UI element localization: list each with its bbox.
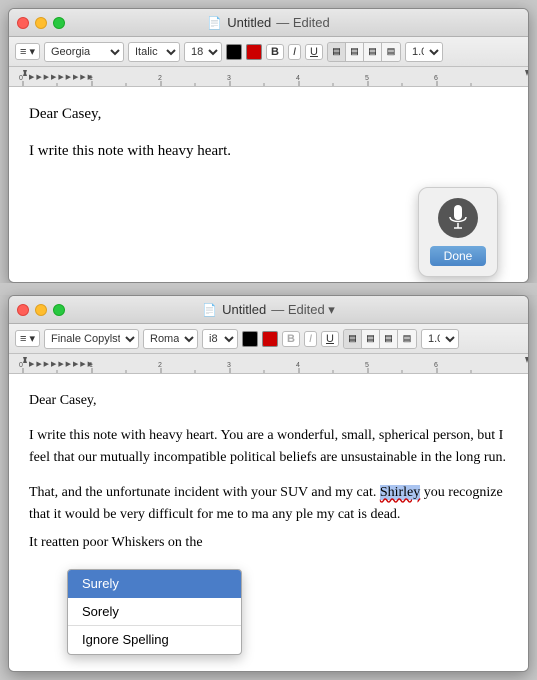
spacing-select-2[interactable]: 1.0 [421,329,459,349]
svg-text:6: 6 [434,362,438,369]
align-left-button[interactable]: ▤ [328,43,346,61]
svg-text:3: 3 [227,362,231,369]
window-title-2: Untitled [222,302,266,317]
svg-text:2: 2 [158,75,162,82]
body-paragraph-3: It reatten poor Whiskers on the [29,532,508,554]
minimize-button[interactable] [35,17,47,29]
done-button[interactable]: Done [430,246,487,266]
body-paragraph-2: That, and the unfortunate incident with … [29,482,508,525]
title-bar-1: 📄 Untitled — Edited [9,9,528,37]
toolbar-2: ≡ ▾ Finale Copylst T... Roman i8 B I U ▤… [9,324,528,354]
font-highlight-box-2[interactable] [262,331,278,347]
underline-button-2[interactable]: U [321,331,339,347]
list-group-2: ≡ ▾ [15,330,40,347]
italic-button-2[interactable]: I [304,331,317,347]
font-group-2: Finale Copylst T... [44,329,139,349]
align-group-2: ▤ ▤ ▤ ▤ [343,329,417,349]
ruler-1: 0 1 2 3 4 5 6 ▶ ▶ ▶ ▶ ▶ ▶ ▶ ▶ ▶ [9,67,528,87]
align-justify-button-2[interactable]: ▤ [398,330,416,348]
window-subtitle-2: — Edited ▾ [271,302,335,318]
doc-icon: 📄 [207,16,222,30]
font-select-2[interactable]: Finale Copylst T... [44,329,139,349]
style-group-2: Roman [143,329,198,349]
style-select-2[interactable]: Roman [143,329,198,349]
svg-text:▶ ▶ ▶ ▶ ▶ ▶ ▶ ▶ ▶: ▶ ▶ ▶ ▶ ▶ ▶ ▶ ▶ ▶ [29,74,94,81]
svg-text:2: 2 [158,362,162,369]
body-line-1: I write this note with heavy heart. [29,140,508,163]
align-right-button[interactable]: ▤ [364,43,382,61]
align-center-button[interactable]: ▤ [346,43,364,61]
italic-button[interactable]: I [288,44,301,60]
close-button[interactable] [17,17,29,29]
font-color-box[interactable] [226,44,242,60]
font-select[interactable]: Georgia [44,42,124,62]
list-group: ≡ ▾ [15,43,40,60]
window-subtitle-1: — Edited [276,15,329,30]
size-select-2[interactable]: i8 [202,329,238,349]
font-group: Georgia [44,42,124,62]
font-highlight-box[interactable] [246,44,262,60]
title-area-2: 📄 Untitled — Edited ▾ [202,302,335,318]
svg-text:6: 6 [434,75,438,82]
gap-divider [0,283,537,295]
greeting-line-2: Dear Casey, [29,390,508,411]
ruler-2: 0 1 2 3 4 5 6 ▶ ▶ ▶ ▶ ▶ ▶ ▶ ▶ ▶ [9,354,528,374]
style-select[interactable]: Italic [128,42,180,62]
bold-button[interactable]: B [266,44,284,60]
spell-check-popup: Surely Sorely Ignore Spelling [67,569,242,655]
align-justify-button[interactable]: ▤ [382,43,400,61]
align-center-button-2[interactable]: ▤ [362,330,380,348]
align-right-button-2[interactable]: ▤ [380,330,398,348]
svg-text:4: 4 [296,362,300,369]
minimize-button-2[interactable] [35,304,47,316]
svg-text:0: 0 [19,75,23,82]
doc-area-1[interactable]: Dear Casey, I write this note with heavy… [9,87,528,282]
underline-button[interactable]: U [305,44,323,60]
align-left-button-2[interactable]: ▤ [344,330,362,348]
spell-suggestion-2[interactable]: Sorely [68,598,241,626]
voice-overlay: Done [418,187,498,277]
svg-text:4: 4 [296,75,300,82]
maximize-button-2[interactable] [53,304,65,316]
traffic-lights-1 [17,17,65,29]
size-group-2: i8 [202,329,238,349]
svg-text:▶ ▶ ▶ ▶ ▶ ▶ ▶ ▶ ▶: ▶ ▶ ▶ ▶ ▶ ▶ ▶ ▶ ▶ [29,361,94,368]
bold-button-2[interactable]: B [282,331,300,347]
body-cont-2: tten poor Whiskers on the [58,535,202,550]
list-button[interactable]: ≡ ▾ [15,43,40,60]
window-title-1: Untitled [227,15,271,30]
spell-suggestion-1[interactable]: Surely [68,570,241,598]
title-bar-2: 📄 Untitled — Edited ▾ [9,296,528,324]
body-paragraph-1: I write this note with heavy heart. You … [29,425,508,468]
maximize-button[interactable] [53,17,65,29]
size-group: 18 [184,42,222,62]
window-1: 📄 Untitled — Edited ≡ ▾ Georgia Italic 1… [8,8,529,283]
microphone-svg [448,205,468,231]
traffic-lights-2 [17,304,65,316]
body-cont-1: le my cat is dead. [303,507,401,522]
toolbar-1: ≡ ▾ Georgia Italic 18 B I U ▤ ▤ ▤ ▤ [9,37,528,67]
misspelled-word: Shirley [380,485,420,500]
doc-area-2[interactable]: Dear Casey, I write this note with heavy… [9,374,528,671]
mic-icon [438,198,478,238]
size-select[interactable]: 18 [184,42,222,62]
svg-text:5: 5 [365,75,369,82]
align-group: ▤ ▤ ▤ ▤ [327,42,401,62]
svg-text:5: 5 [365,362,369,369]
title-area-1: 📄 Untitled — Edited [207,15,330,30]
svg-text:3: 3 [227,75,231,82]
doc-icon-2: 📄 [202,303,217,317]
greeting-line-1: Dear Casey, [29,103,508,126]
list-button-2[interactable]: ≡ ▾ [15,330,40,347]
spacing-select[interactable]: 1.0 [405,42,443,62]
ignore-spelling-item[interactable]: Ignore Spelling [68,626,241,654]
svg-text:0: 0 [19,362,23,369]
window-2: 📄 Untitled — Edited ▾ ≡ ▾ Finale Copylst… [8,295,529,672]
close-button-2[interactable] [17,304,29,316]
font-color-box-2[interactable] [242,331,258,347]
style-group: Italic [128,42,180,62]
